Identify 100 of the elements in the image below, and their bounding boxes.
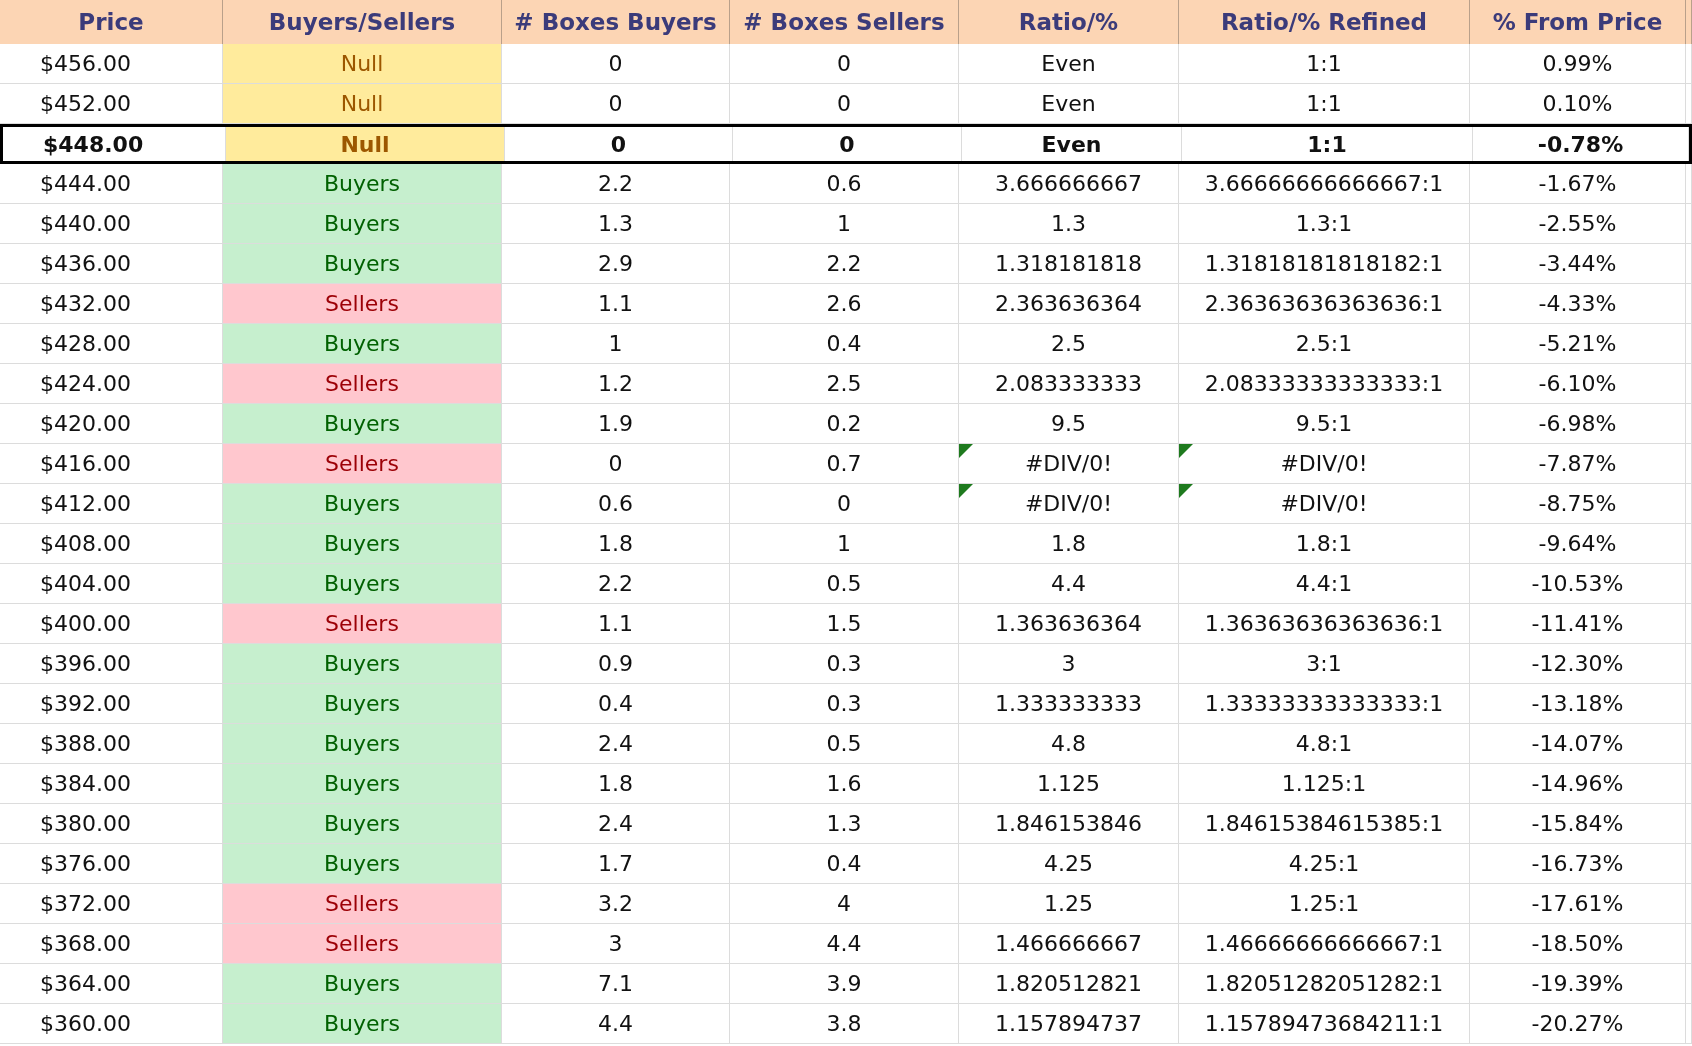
table-cell: 1.6	[730, 764, 959, 803]
table-cell: 4.4	[730, 924, 959, 963]
table-cell: Buyers	[223, 484, 502, 523]
table-cell: -0.78%	[1473, 127, 1689, 161]
cell-text: 1.46666666666667:1	[1204, 931, 1444, 956]
cell-text: 1.318181818	[995, 251, 1142, 276]
cell-text: 1.25:1	[1288, 891, 1360, 916]
table-cell: -17.61%	[1470, 884, 1686, 923]
table-cell: 3	[502, 924, 730, 963]
table-cell: Buyers	[223, 164, 502, 203]
cell-text: 1:1	[1306, 91, 1342, 116]
table-cell: 0.6	[730, 164, 959, 203]
table-cell: Buyers	[223, 244, 502, 283]
table-cell: 1.2	[502, 364, 730, 403]
table-cell: 3.8	[730, 1004, 959, 1043]
cell-text: 9.5	[1051, 411, 1086, 436]
table-cell: 7.1	[502, 964, 730, 1003]
table-cell: 0.4	[730, 844, 959, 883]
table-cell: 1.5	[730, 604, 959, 643]
cell-text: 1.15789473684211:1	[1204, 1011, 1444, 1036]
table-cell: 0	[505, 127, 733, 161]
table-cell: 2.4	[502, 804, 730, 843]
table-cell: Buyers	[223, 804, 502, 843]
table-cell: -8.75%	[1470, 484, 1686, 523]
table-cell: Sellers	[223, 924, 502, 963]
table-cell: 1.8	[502, 524, 730, 563]
cell-text: 1.846153846	[995, 811, 1142, 836]
cell-text: 1.157894737	[995, 1011, 1142, 1036]
table-cell: -16.73%	[1470, 844, 1686, 883]
table-cell: Buyers	[223, 684, 502, 723]
table-cell: 0.9	[502, 644, 730, 683]
cell-text: 4.4:1	[1295, 571, 1353, 596]
cell-text: 2.083333333	[995, 371, 1142, 396]
table-cell: 0	[730, 44, 959, 83]
table-cell: 0.3	[730, 684, 959, 723]
table-cell: 1	[502, 324, 730, 363]
table-cell: 0.5	[730, 564, 959, 603]
table-cell: -10.53%	[1470, 564, 1686, 603]
table-cell: -4.33%	[1470, 284, 1686, 323]
table-cell: 4.4	[502, 1004, 730, 1043]
table-cell: -13.18%	[1470, 684, 1686, 723]
table-cell: 2.4	[502, 724, 730, 763]
cell-text: 4.4	[1051, 571, 1086, 596]
cell-text: 1:1	[1307, 131, 1347, 157]
cell-text: 1.8:1	[1295, 531, 1353, 556]
table-cell: 1.1	[502, 604, 730, 643]
table-cell: Buyers	[223, 724, 502, 763]
cell-text: 1.84615384615385:1	[1204, 811, 1444, 836]
table-cell: Sellers	[223, 884, 502, 923]
column-header: Buyers/Sellers	[223, 0, 502, 44]
table-cell: -12.30%	[1470, 644, 1686, 683]
cell-text: Even	[1041, 131, 1102, 157]
table-cell: Sellers	[223, 604, 502, 643]
table-cell: Sellers	[223, 444, 502, 483]
column-header: # Boxes Buyers	[502, 0, 730, 44]
table-cell: -5.21%	[1470, 324, 1686, 363]
cell-text: 4.25:1	[1288, 851, 1360, 876]
table-cell: 1.8	[502, 764, 730, 803]
table-cell: 4	[730, 884, 959, 923]
table-cell: 1.7	[502, 844, 730, 883]
cell-text: 3.66666666666667:1	[1204, 171, 1444, 196]
table-cell: Buyers	[223, 324, 502, 363]
table-cell: -18.50%	[1470, 924, 1686, 963]
table-cell: Null	[226, 127, 505, 161]
table-cell: 0	[730, 84, 959, 123]
column-header: % From Price	[1470, 0, 1686, 44]
table-cell: Buyers	[223, 524, 502, 563]
table-cell: 1.3	[502, 204, 730, 243]
table-cell: 3.2	[502, 884, 730, 923]
table-cell: 0.10%	[1470, 84, 1686, 123]
cell-text: 1.33333333333333:1	[1204, 691, 1444, 716]
table-cell: 0	[502, 444, 730, 483]
cell-text: 1.25	[1044, 891, 1093, 916]
table-cell: -7.87%	[1470, 444, 1686, 483]
table-cell: -3.44%	[1470, 244, 1686, 283]
cell-text: 9.5:1	[1295, 411, 1353, 436]
cell-text: 4.8:1	[1295, 731, 1353, 756]
table-cell: 2.5	[730, 364, 959, 403]
table-cell: Buyers	[223, 1004, 502, 1043]
cell-text: 1.3	[1051, 211, 1086, 236]
cell-text: #DIV/0!	[1024, 451, 1113, 476]
table-cell: Null	[223, 84, 502, 123]
table-cell: -11.41%	[1470, 604, 1686, 643]
table-cell: 0.4	[730, 324, 959, 363]
cell-text: 1.31818181818182:1	[1204, 251, 1444, 276]
cell-text: #DIV/0!	[1024, 491, 1113, 516]
table-cell: Sellers	[223, 284, 502, 323]
table-cell: Buyers	[223, 964, 502, 1003]
table-cell: 2.2	[502, 564, 730, 603]
table-cell: 1.9	[502, 404, 730, 443]
table-cell: -15.84%	[1470, 804, 1686, 843]
cell-text: #DIV/0!	[1280, 491, 1368, 516]
table-cell: Buyers	[223, 404, 502, 443]
cell-text: 1.125:1	[1281, 771, 1367, 796]
table-cell: 2.2	[730, 244, 959, 283]
column-header: Ratio/% Refined	[1179, 0, 1470, 44]
cell-text: 1.466666667	[995, 931, 1142, 956]
table-cell: 0.3	[730, 644, 959, 683]
cell-text: 1.3:1	[1295, 211, 1353, 236]
cell-text: 4.25	[1044, 851, 1093, 876]
